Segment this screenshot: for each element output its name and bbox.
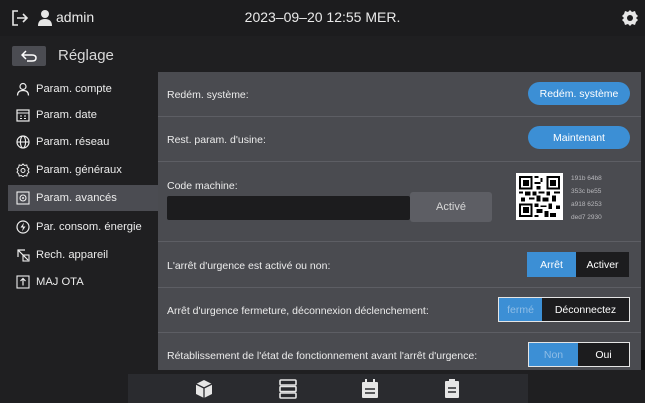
emergency-stop-label: L'arrêt d'urgence est activé ou non: bbox=[167, 260, 331, 272]
gear-icon[interactable] bbox=[620, 8, 640, 28]
sidebar-item-label: MAJ OTA bbox=[36, 276, 84, 288]
restore-state-label: Rétablissement de l'état de fonctionneme… bbox=[167, 350, 478, 362]
sidebar-item-ota[interactable]: MAJ OTA bbox=[8, 269, 158, 295]
emergency-close-row: Arrêt d'urgence fermeture, déconnexion d… bbox=[158, 288, 641, 333]
activate-button[interactable]: Activé bbox=[410, 192, 492, 222]
sidebar-item-label: Param. généraux bbox=[36, 164, 122, 176]
datetime: 2023–09–20 12:55 MER. bbox=[244, 9, 401, 25]
emergency-close-option-closed[interactable]: fermé bbox=[499, 298, 542, 321]
person-icon bbox=[16, 82, 30, 96]
emergency-stop-option-stop[interactable]: Arrêt bbox=[527, 252, 576, 277]
sidebar-item-date[interactable]: Param. date bbox=[8, 102, 158, 128]
restore-state-toggle: Non Oui bbox=[528, 342, 630, 367]
calendar-icon bbox=[16, 109, 30, 122]
emergency-close-toggle: fermé Déconnectez bbox=[498, 297, 630, 322]
emergency-close-option-disconnect[interactable]: Déconnectez bbox=[542, 298, 629, 321]
restart-system-button[interactable]: Redém. système bbox=[528, 82, 630, 105]
server-list-icon[interactable] bbox=[279, 379, 297, 399]
sidebar-item-account[interactable]: Param. compte bbox=[8, 76, 158, 102]
sidebar-item-label: Param. avancés bbox=[36, 192, 117, 204]
machine-code-label: Code machine: bbox=[167, 180, 238, 192]
upload-icon bbox=[16, 275, 30, 289]
advanced-settings-panel: Redém. système: Redém. système Rest. par… bbox=[158, 72, 641, 370]
code-line: 191b 64b8 bbox=[571, 175, 602, 182]
code-line: ded7 2930 bbox=[571, 214, 602, 221]
restart-label: Redém. système: bbox=[167, 89, 249, 101]
cube-icon[interactable] bbox=[195, 379, 213, 399]
clipboard-icon[interactable] bbox=[443, 379, 461, 399]
sidebar-item-advanced[interactable]: Param. avancés bbox=[8, 185, 158, 211]
code-line: a918 6253 bbox=[571, 201, 602, 208]
sidebar-item-energy[interactable]: Par. consom. énergie bbox=[8, 214, 158, 240]
factory-reset-row: Rest. param. d'usine: Maintenant bbox=[158, 117, 641, 162]
restore-state-option-yes[interactable]: Oui bbox=[578, 343, 629, 366]
page-title: Réglage bbox=[58, 47, 114, 64]
emergency-stop-option-enable[interactable]: Activer bbox=[576, 252, 629, 277]
sidebar-item-network[interactable]: Param. réseau bbox=[8, 129, 158, 155]
sidebar-item-label: Param. compte bbox=[36, 83, 112, 95]
factory-reset-button[interactable]: Maintenant bbox=[528, 126, 630, 149]
restore-state-row: Rétablissement de l'état de fonctionneme… bbox=[158, 333, 641, 370]
emergency-stop-row: L'arrêt d'urgence est activé ou non: Arr… bbox=[158, 242, 641, 288]
undo-arrow-icon bbox=[21, 50, 37, 62]
scroll-edge bbox=[641, 350, 645, 370]
advanced-settings-icon bbox=[16, 191, 30, 205]
factory-reset-label: Rest. param. d'usine: bbox=[167, 134, 266, 146]
energy-icon bbox=[16, 220, 30, 234]
top-bar: admin 2023–09–20 12:55 MER. bbox=[0, 0, 645, 36]
sidebar-item-label: Rech. appareil bbox=[36, 249, 109, 261]
calendar-icon[interactable] bbox=[361, 379, 379, 399]
restore-state-option-no[interactable]: Non bbox=[529, 343, 578, 366]
search-device-icon bbox=[17, 249, 30, 262]
emergency-close-label: Arrêt d'urgence fermeture, déconnexion d… bbox=[167, 305, 429, 317]
back-button[interactable] bbox=[12, 46, 46, 66]
machine-code-input[interactable] bbox=[167, 196, 410, 220]
bottom-nav bbox=[128, 374, 528, 403]
settings-icon bbox=[16, 163, 30, 177]
restart-row: Redém. système: Redém. système bbox=[158, 72, 641, 117]
code-line: 353c be55 bbox=[571, 188, 602, 195]
sidebar-item-label: Param. réseau bbox=[36, 136, 110, 148]
sidebar-item-label: Par. consom. énergie bbox=[36, 221, 142, 233]
globe-icon bbox=[16, 135, 30, 149]
sidebar-item-label: Param. date bbox=[36, 109, 97, 121]
sidebar-item-general[interactable]: Param. généraux bbox=[8, 157, 158, 183]
qr-code bbox=[516, 173, 563, 220]
emergency-stop-toggle: Arrêt Activer bbox=[527, 252, 629, 277]
sidebar: Param. compte Param. date Param. réseau … bbox=[8, 72, 158, 370]
sidebar-item-search-device[interactable]: Rech. appareil bbox=[8, 242, 158, 268]
